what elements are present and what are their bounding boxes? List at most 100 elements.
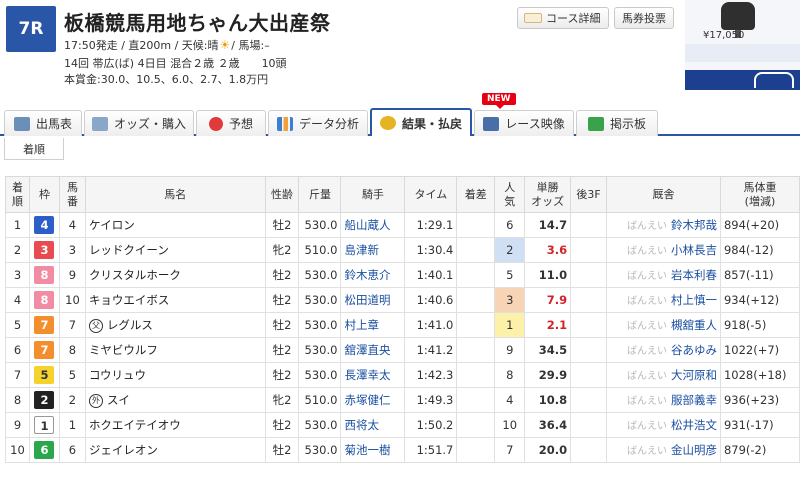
weight-cell: 530.0 [298, 412, 342, 438]
sun-icon: ☀ [219, 38, 231, 52]
ad-stripe [685, 44, 800, 62]
odds-cell: 11.0 [524, 262, 572, 288]
tab-label: 掲示板 [609, 117, 646, 131]
jockey-link[interactable]: 村上章 [344, 318, 379, 332]
horse-link[interactable]: レッドクイーン [89, 243, 169, 257]
vote-button[interactable]: 馬券投票 [614, 7, 674, 29]
margin-cell [456, 437, 496, 463]
horse-link[interactable]: ケイロン [89, 218, 135, 232]
column-header: 斤量 [298, 176, 342, 213]
trainer-link[interactable]: 小林長吉 [671, 243, 717, 257]
horse-link[interactable]: ミヤビウルフ [89, 343, 158, 357]
stable-location: ばんえい [626, 371, 667, 382]
stable-cell: ばんえい 大河原和 [606, 362, 721, 388]
waku-cell: 4 [28, 212, 60, 238]
stable-cell: ばんえい 槻舘重人 [606, 312, 721, 338]
horse-link[interactable]: スイ [107, 393, 130, 407]
jockey-link[interactable]: 長澤幸太 [344, 368, 390, 382]
sex-age-cell: 牡2 [264, 287, 300, 313]
jockey-link[interactable]: 赤塚健仁 [344, 393, 390, 407]
trainer-link[interactable]: 服部義幸 [671, 393, 717, 407]
horse-link[interactable]: レグルス [107, 318, 153, 332]
body-weight-cell: 1022(+7) [719, 337, 800, 363]
last3f-cell [570, 412, 608, 438]
trainer-link[interactable]: 村上慎一 [671, 293, 717, 307]
margin-cell [456, 212, 496, 238]
tab-data[interactable]: データ分析 [268, 110, 368, 136]
stable-location: ばんえい [626, 246, 667, 257]
waku-badge: 8 [34, 266, 55, 284]
horse-marker-icon: 父 [88, 318, 103, 333]
body-weight-cell: 879(-2) [719, 437, 800, 463]
popularity-cell: 2 [494, 237, 526, 263]
jockey-link[interactable]: 舘澤直央 [344, 343, 390, 357]
time-cell: 1:29.1 [404, 212, 458, 238]
ad-price: ¥17,050 [703, 30, 745, 41]
stable-cell: ばんえい 村上慎一 [606, 287, 721, 313]
horse-link[interactable]: ホクエイテイオウ [89, 418, 181, 432]
tab-result[interactable]: 結果・払戻 [370, 108, 472, 136]
result-table-body: 1 4 4 ケイロン 牡2 530.0 船山蔵人 1:29.1 6 14.7 ばんえい 鈴木邦哉 894… [5, 212, 800, 463]
course-detail-button[interactable]: コース詳細 [517, 7, 609, 29]
horse-link[interactable]: キョウエイボス [89, 293, 170, 307]
time-cell: 1:42.3 [404, 362, 458, 388]
column-header: 馬体重 (増減) [719, 176, 800, 213]
popularity-cell: 5 [494, 262, 526, 288]
trainer-link[interactable]: 鈴木邦哉 [671, 218, 717, 232]
time-cell: 1:50.2 [404, 412, 458, 438]
umaban-cell: 1 [58, 412, 86, 438]
jockey-link[interactable]: 鈴木恵介 [344, 268, 390, 282]
weight-cell: 530.0 [298, 287, 342, 313]
umaban-cell: 10 [58, 287, 86, 313]
body-weight-cell: 918(-5) [719, 312, 800, 338]
weight-cell: 530.0 [298, 312, 342, 338]
table-row: 4 8 10 キョウエイボス 牡2 530.0 松田道明 1:40.6 3 7.9 ばんえい 村上慎一… [5, 287, 800, 313]
horse-link[interactable]: クリスタルホーク [89, 268, 181, 282]
jockey-link[interactable]: 菊池一樹 [344, 443, 390, 457]
header-row: 着順枠馬番馬名 性齢 斤量 騎手 タイム 着差人気単勝 オッズ 後3F 厩舎 馬体重 (増減) [5, 176, 800, 213]
subtab-order[interactable]: 着順 [4, 138, 64, 160]
weight-cell: 510.0 [298, 237, 342, 263]
jockey-link[interactable]: 島津新 [344, 243, 379, 257]
time-cell: 1:49.3 [404, 387, 458, 413]
sex-age-cell: 牡2 [264, 412, 300, 438]
popularity-cell: 8 [494, 362, 526, 388]
race-info: 17:50発走 / 直200m / 天候:晴☀/ 馬場:– [64, 37, 270, 53]
tab-video[interactable]: レース映像 [474, 110, 574, 136]
umaban-cell: 6 [58, 437, 86, 463]
time-cell: 1:41.2 [404, 337, 458, 363]
column-header: 性齢 [264, 176, 300, 213]
odds-cell: 7.9 [524, 287, 572, 313]
tab-label: データ分析 [298, 117, 359, 131]
horse-name-cell: 父レグルス [84, 312, 266, 338]
jockey-link[interactable]: 松田道明 [344, 293, 390, 307]
horse-link[interactable]: コウリュウ [89, 368, 146, 382]
jockey-cell: 松田道明 [340, 287, 406, 313]
trainer-link[interactable]: 谷あゆみ [671, 343, 717, 357]
trainer-link[interactable]: 金山明彦 [671, 443, 717, 457]
trainer-link[interactable]: 松井浩文 [671, 418, 717, 432]
horse-name-cell: レッドクイーン [84, 237, 266, 263]
jockey-link[interactable]: 西将太 [344, 418, 379, 432]
tab-label: オッズ・購入 [113, 117, 186, 131]
jockey-link[interactable]: 船山蔵人 [344, 218, 390, 232]
trainer-link[interactable]: 岩本利春 [671, 268, 717, 282]
weight-cell: 530.0 [298, 362, 342, 388]
tab-label: レース映像 [505, 117, 565, 131]
tab-odds[interactable]: オッズ・購入 [84, 110, 194, 136]
trainer-link[interactable]: 大河原和 [671, 368, 717, 382]
umaban-cell: 5 [58, 362, 86, 388]
race-info-text: 17:50発走 / 直200m / 天候:晴 [64, 39, 219, 52]
advertisement-banner[interactable]: ¥17,050 [685, 0, 800, 90]
table-row: 5 7 7 父レグルス 牡2 530.0 村上章 1:41.0 1 2.1 ばんえい 槻舘重人 918(… [5, 312, 800, 338]
tab-board[interactable]: 掲示板 [576, 110, 658, 136]
horse-link[interactable]: ジェイレオン [89, 443, 158, 457]
trainer-link[interactable]: 槻舘重人 [671, 318, 717, 332]
tab-shutuba[interactable]: 出馬表 [4, 110, 82, 136]
race-track-condition: / 馬場:– [231, 39, 270, 52]
stable-cell: ばんえい 鈴木邦哉 [606, 212, 721, 238]
race-number-badge: 7R [6, 6, 56, 52]
jockey-cell: 舘澤直央 [340, 337, 406, 363]
tab-yoso[interactable]: 予想 [196, 110, 266, 136]
column-header: 着差 [456, 176, 496, 213]
